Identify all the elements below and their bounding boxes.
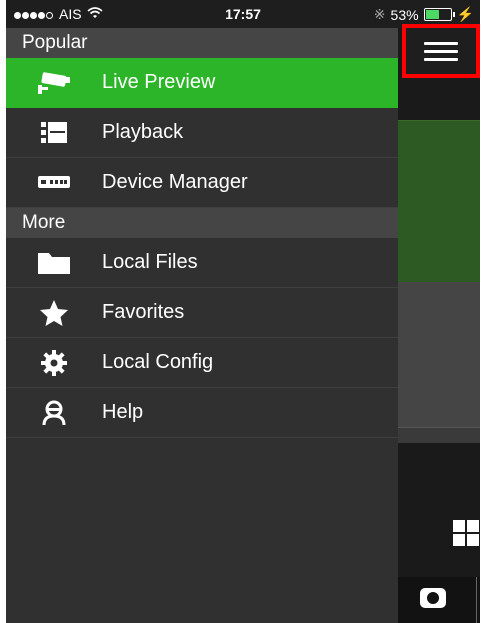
menu-item-label: Help bbox=[102, 401, 144, 423]
menu-item-help[interactable]: Help bbox=[6, 388, 398, 438]
battery-icon bbox=[423, 8, 455, 21]
menu-item-local-files[interactable]: Local Files bbox=[6, 238, 398, 288]
gear-icon bbox=[6, 349, 102, 377]
person-icon bbox=[6, 400, 102, 426]
dvr-device-icon bbox=[6, 175, 102, 190]
grid-layout-icon[interactable] bbox=[453, 520, 479, 546]
menu-item-local-config[interactable]: Local Config bbox=[6, 338, 398, 388]
menu-item-playback[interactable]: Playback bbox=[6, 108, 398, 158]
menu-item-live-preview[interactable]: Live Preview bbox=[6, 58, 398, 108]
section-header-popular: Popular bbox=[6, 28, 398, 58]
menu-item-favorites[interactable]: Favorites bbox=[6, 288, 398, 338]
hamburger-menu-button[interactable] bbox=[402, 24, 480, 78]
section-header-more: More bbox=[6, 208, 398, 238]
menu-item-label: Device Manager bbox=[102, 171, 248, 193]
video-tile-divider bbox=[398, 428, 480, 443]
menu-item-label: Local Files bbox=[102, 251, 198, 273]
phone-screen: AIS 17:57 ※ 53% ⚡ Popular Live Preview P… bbox=[6, 0, 480, 623]
side-menu: Popular Live Preview Playback Device Man… bbox=[6, 28, 398, 623]
folder-icon bbox=[6, 252, 102, 274]
menu-item-device-manager[interactable]: Device Manager bbox=[6, 158, 398, 208]
bluetooth-icon: ※ bbox=[373, 6, 386, 22]
status-right: ※ 53% ⚡ bbox=[374, 6, 474, 23]
menu-item-label: Local Config bbox=[102, 351, 214, 373]
film-strip-icon bbox=[6, 121, 102, 144]
hamburger-icon bbox=[424, 37, 458, 66]
cctv-camera-icon bbox=[6, 71, 102, 95]
camera-snapshot-icon[interactable] bbox=[420, 588, 446, 608]
battery-percent: 53% bbox=[390, 6, 419, 23]
star-icon bbox=[6, 299, 102, 327]
menu-item-label: Playback bbox=[102, 121, 184, 143]
toolbar-divider bbox=[476, 577, 477, 623]
charging-icon: ⚡ bbox=[456, 6, 474, 22]
menu-item-label: Live Preview bbox=[102, 71, 216, 93]
video-tile-empty[interactable] bbox=[398, 282, 480, 428]
video-tile-live[interactable] bbox=[398, 120, 480, 284]
menu-item-label: Favorites bbox=[102, 301, 185, 323]
